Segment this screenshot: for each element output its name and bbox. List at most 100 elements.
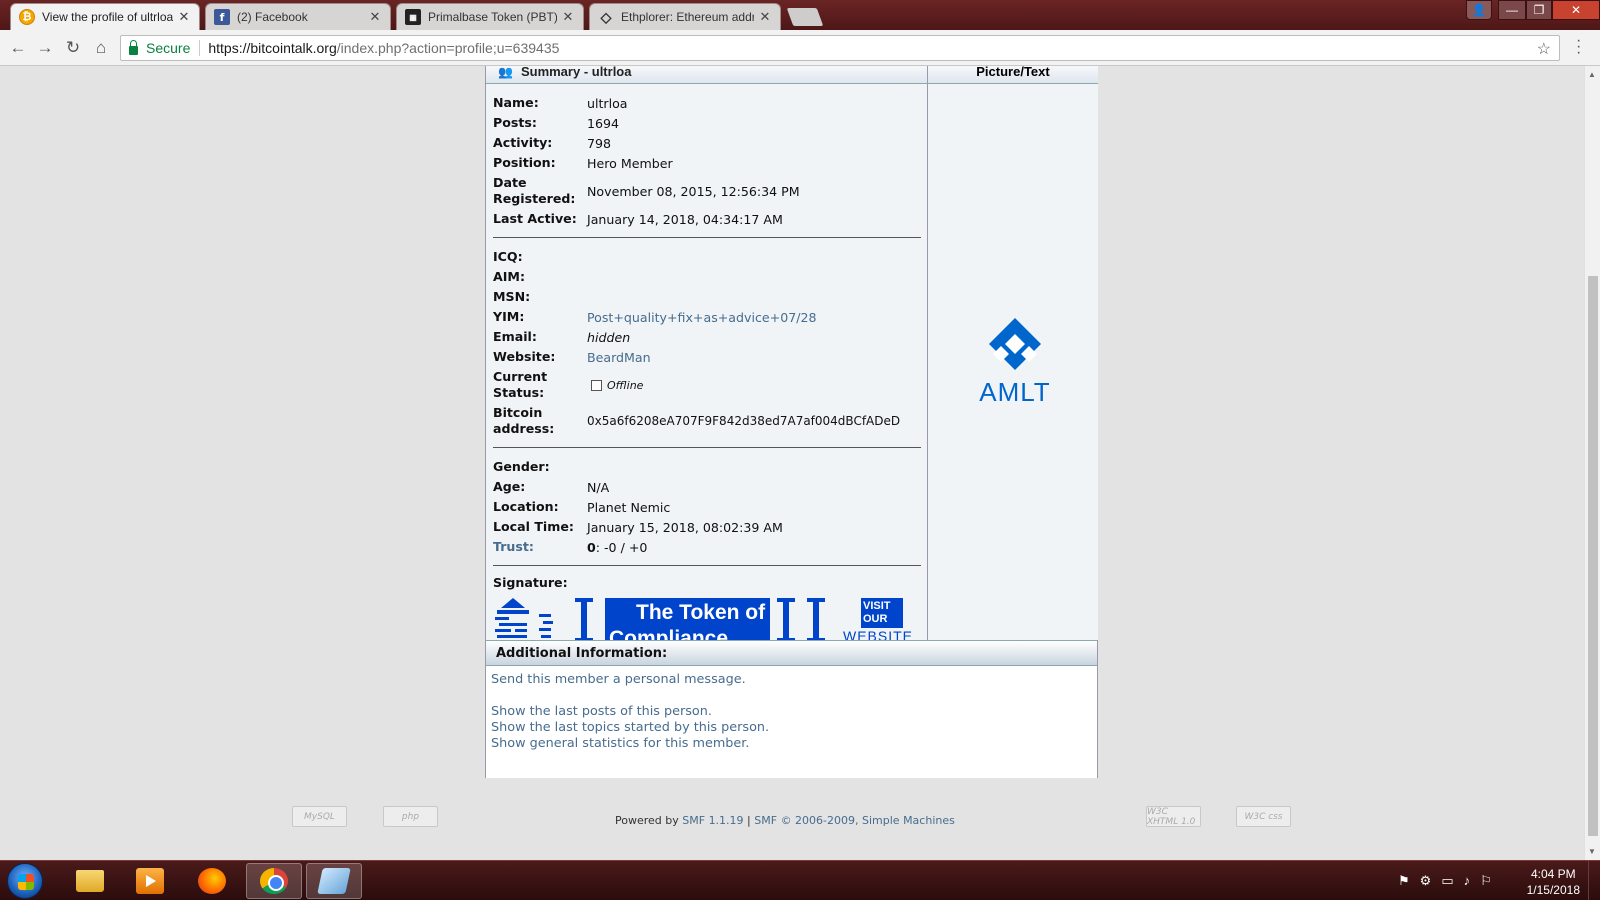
system-clock[interactable]: 4:04 PM 1/15/2018 (1527, 866, 1580, 898)
secure-label: Secure (146, 40, 191, 56)
signature-label: Signature: (493, 575, 568, 590)
address-separator (199, 40, 201, 56)
visit-our-website-button[interactable]: VISIT OUR (861, 598, 903, 628)
media-player-icon (136, 868, 164, 894)
user-summary-icon: 👥 (498, 66, 513, 79)
minimize-button[interactable]: — (1498, 0, 1526, 20)
field-label: Current Status: (493, 369, 587, 401)
scroll-down-arrow-icon[interactable]: ▼ (1588, 847, 1596, 856)
tab-bitcointalk-profile[interactable]: ₿ View the profile of ultrloa ✕ (10, 3, 200, 30)
tab-facebook[interactable]: f (2) Facebook ✕ (205, 3, 391, 30)
last-active-value: January 14, 2018, 04:34:17 AM (587, 211, 783, 227)
divider (493, 447, 921, 448)
field-label: YIM: (493, 309, 525, 324)
smf-copyright-link[interactable]: SMF © 2006-2009, Simple Machines (754, 814, 955, 827)
taskbar-explorer[interactable] (62, 863, 118, 899)
field-label: Position: (493, 155, 556, 170)
back-arrow-icon[interactable]: ← (7, 37, 29, 59)
signature-banner[interactable]: The Token of Compliance VISIT OUR WEBSITE (493, 596, 921, 640)
tab-primalbase[interactable]: ▦ Primalbase Token (PBT) S ✕ (396, 3, 584, 30)
maximize-button[interactable]: ❐ (1526, 0, 1552, 20)
posts-value: 1694 (587, 115, 620, 131)
network-icon[interactable]: ⚙ (1420, 873, 1432, 889)
volume-icon[interactable]: ♪ (1464, 873, 1471, 889)
close-window-button[interactable]: ✕ (1552, 0, 1600, 20)
field-label: Age: (493, 479, 526, 494)
url-host: https://bitcointalk.org (208, 40, 337, 56)
clock-time: 4:04 PM (1530, 867, 1576, 881)
tab-ethplorer[interactable]: ◇ Ethplorer: Ethereum addr ✕ (589, 3, 781, 30)
our-text: OUR (863, 613, 888, 625)
page-footer: MySQL php Powered by SMF 1.1.19 | SMF © … (0, 806, 1584, 846)
name-row: Name: ultrloa (493, 93, 921, 113)
bitcoin-address-row: Bitcoin address: 0x5a6f6208eA707F9F842d38… (493, 403, 921, 439)
browser-menu-icon[interactable]: · · · (1576, 33, 1581, 61)
taskbar-media-player[interactable] (122, 863, 178, 899)
forward-arrow-icon[interactable]: → (34, 37, 56, 59)
primalbase-icon: ▦ (405, 9, 421, 25)
field-label: Gender: (493, 459, 550, 474)
email-value: hidden (587, 329, 631, 345)
action-center-icon[interactable]: ⚑ (1398, 873, 1410, 889)
field-label-line: Bitcoin (493, 405, 543, 420)
ethereum-icon: ◇ (600, 8, 612, 25)
bookmark-star-icon[interactable]: ☆ (1537, 39, 1551, 59)
user-profile-icon[interactable]: 👤 (1466, 0, 1492, 20)
show-desktop-button[interactable] (1588, 861, 1600, 900)
scroll-up-arrow-icon[interactable]: ▲ (1588, 70, 1596, 79)
new-tab-button[interactable] (786, 8, 824, 26)
address-bar[interactable]: Secure https://bitcointalk.org/index.php… (120, 35, 1560, 61)
display-icon[interactable]: ▭ (1441, 873, 1453, 889)
msn-row: MSN: (493, 287, 921, 307)
scroll-thumb[interactable] (1588, 276, 1598, 836)
vertical-scrollbar[interactable]: ▲ ▼ (1584, 66, 1600, 860)
close-tab-icon[interactable]: ✕ (758, 9, 772, 25)
close-tab-icon[interactable]: ✕ (561, 9, 575, 25)
chrome-icon (260, 868, 288, 894)
age-row: Age: N/A (493, 477, 921, 497)
start-button[interactable] (7, 863, 43, 899)
home-icon[interactable]: ⌂ (90, 37, 112, 59)
yim-link[interactable]: Post+quality+fix+as+advice+07/28 (587, 310, 921, 325)
taskbar-firefox[interactable] (184, 863, 240, 899)
w3c-css-badge[interactable]: W3C css (1236, 806, 1291, 827)
local-time-value: January 15, 2018, 08:02:39 AM (587, 519, 783, 535)
lock-icon (129, 39, 138, 55)
divider (493, 237, 921, 238)
banner-line-2: Compliance (609, 627, 729, 640)
visit-text: VISIT (863, 600, 891, 612)
show-posts-link[interactable]: Show the last posts of this person. (491, 704, 1092, 720)
location-value: Planet Nemic (587, 499, 671, 515)
offline-status-icon (591, 379, 602, 391)
send-message-link[interactable]: Send this member a personal message. (491, 672, 1092, 688)
pillar-icon (777, 598, 795, 640)
field-label: AIM: (493, 269, 526, 284)
smf-version-link[interactable]: SMF 1.1.19 (682, 814, 743, 827)
field-label-line: Status: (493, 385, 545, 400)
close-tab-icon[interactable]: ✕ (177, 9, 191, 25)
status-value: Offline (587, 379, 921, 392)
website-link[interactable]: BeardMan (587, 350, 921, 365)
bitcoin-address-value: 0x5a6f6208eA707F9F842d38ed7A7af004dBCfAD… (587, 414, 901, 428)
field-label: Date Registered: (493, 175, 587, 207)
trust-link[interactable]: Trust: (493, 539, 587, 555)
mysql-badge[interactable]: MySQL (292, 806, 347, 827)
field-label: Location: (493, 499, 559, 514)
field-label-line: Date (493, 175, 527, 190)
taskbar-app[interactable] (306, 863, 362, 899)
local-time-row: Local Time: January 15, 2018, 08:02:39 A… (493, 517, 921, 537)
show-statistics-link[interactable]: Show general statistics for this member. (491, 736, 1092, 752)
pillar-icon (575, 598, 593, 640)
trust-feedback: : -0 / +0 (595, 539, 648, 555)
field-label: Posts: (493, 115, 537, 130)
divider (493, 565, 921, 566)
reload-icon[interactable]: ↻ (62, 37, 84, 59)
field-label-line: Current (493, 369, 548, 384)
w3c-xhtml-badge[interactable]: W3C XHTML 1.0 (1146, 806, 1201, 827)
banner-line-1: The Token of (636, 601, 766, 624)
taskbar-chrome[interactable] (246, 863, 302, 899)
flag-icon[interactable]: ⚐ (1480, 873, 1492, 889)
close-tab-icon[interactable]: ✕ (368, 9, 382, 25)
show-topics-link[interactable]: Show the last topics started by this per… (491, 720, 1092, 736)
php-badge[interactable]: php (383, 806, 438, 827)
